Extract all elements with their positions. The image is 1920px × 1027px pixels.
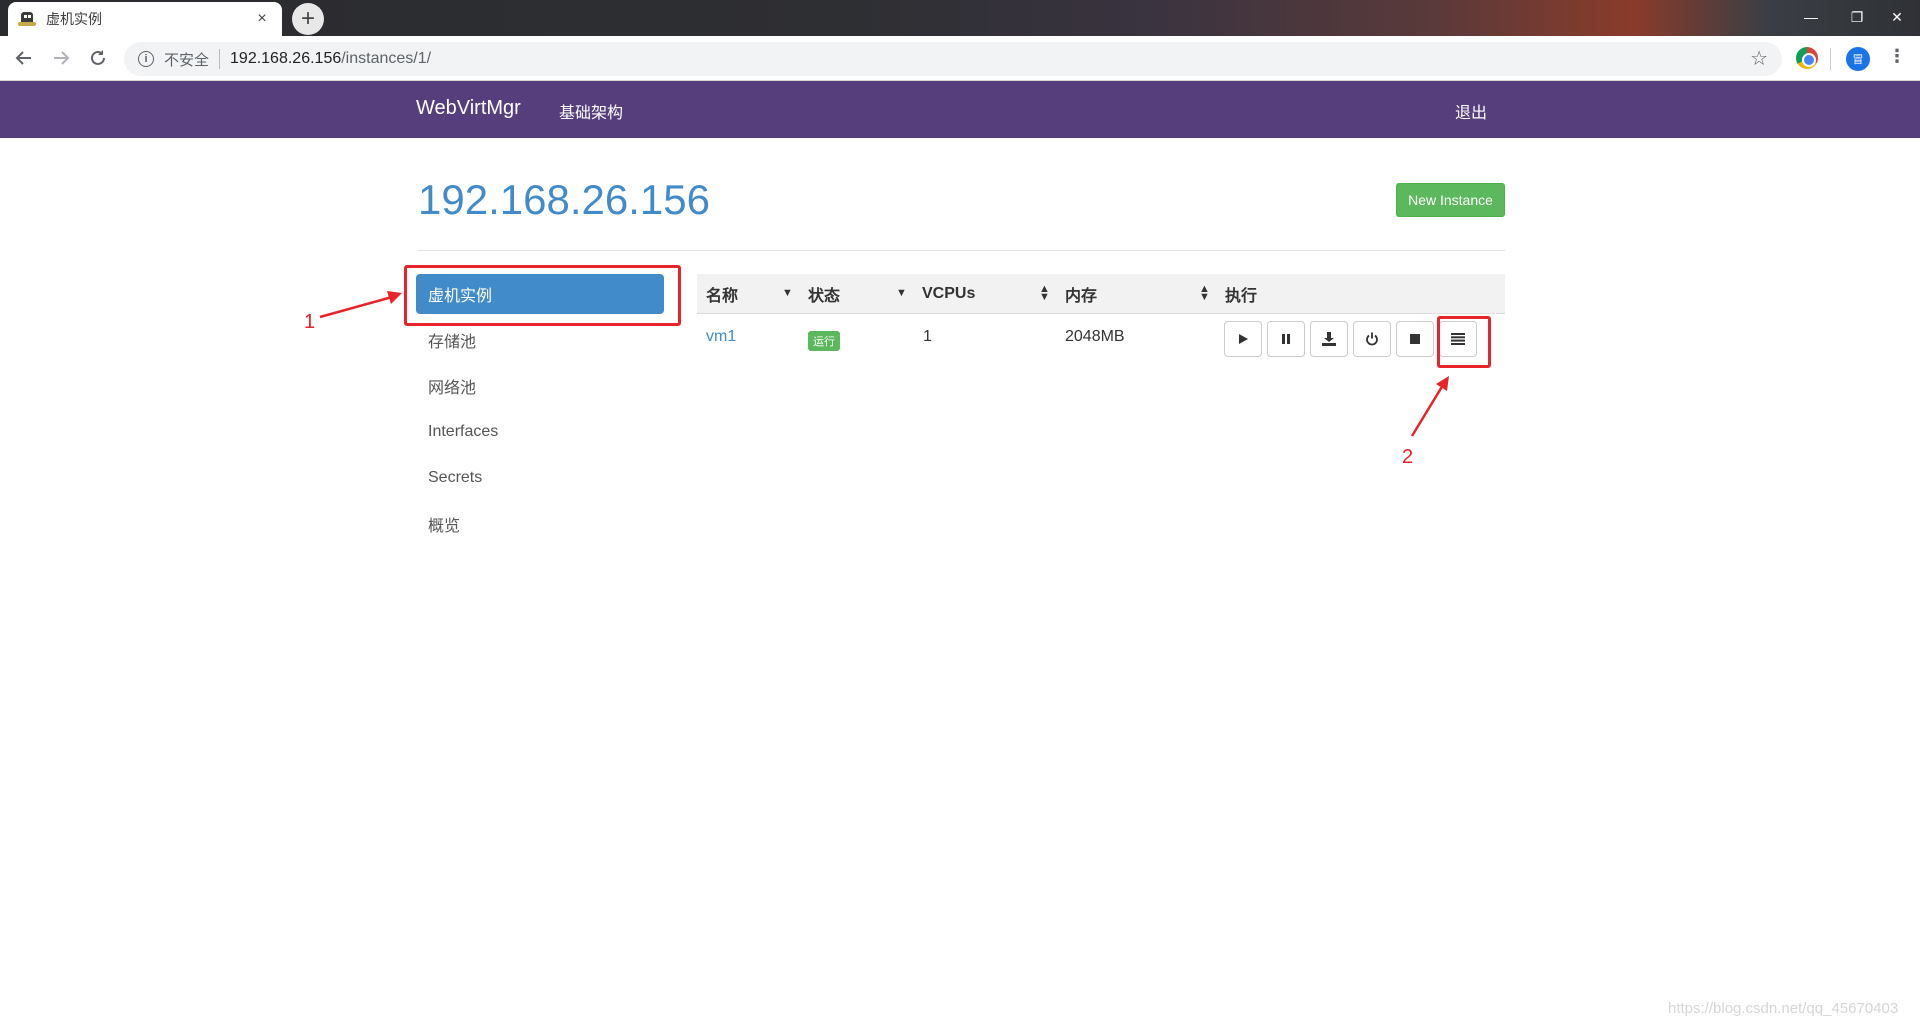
watermark-text: https://blog.csdn.net/qq_45670403 bbox=[1668, 1000, 1899, 1017]
annotation-label-1: 1 bbox=[304, 311, 316, 333]
annotation-label-2: 2 bbox=[1402, 446, 1414, 468]
annotation-arrows bbox=[319, 291, 1449, 437]
